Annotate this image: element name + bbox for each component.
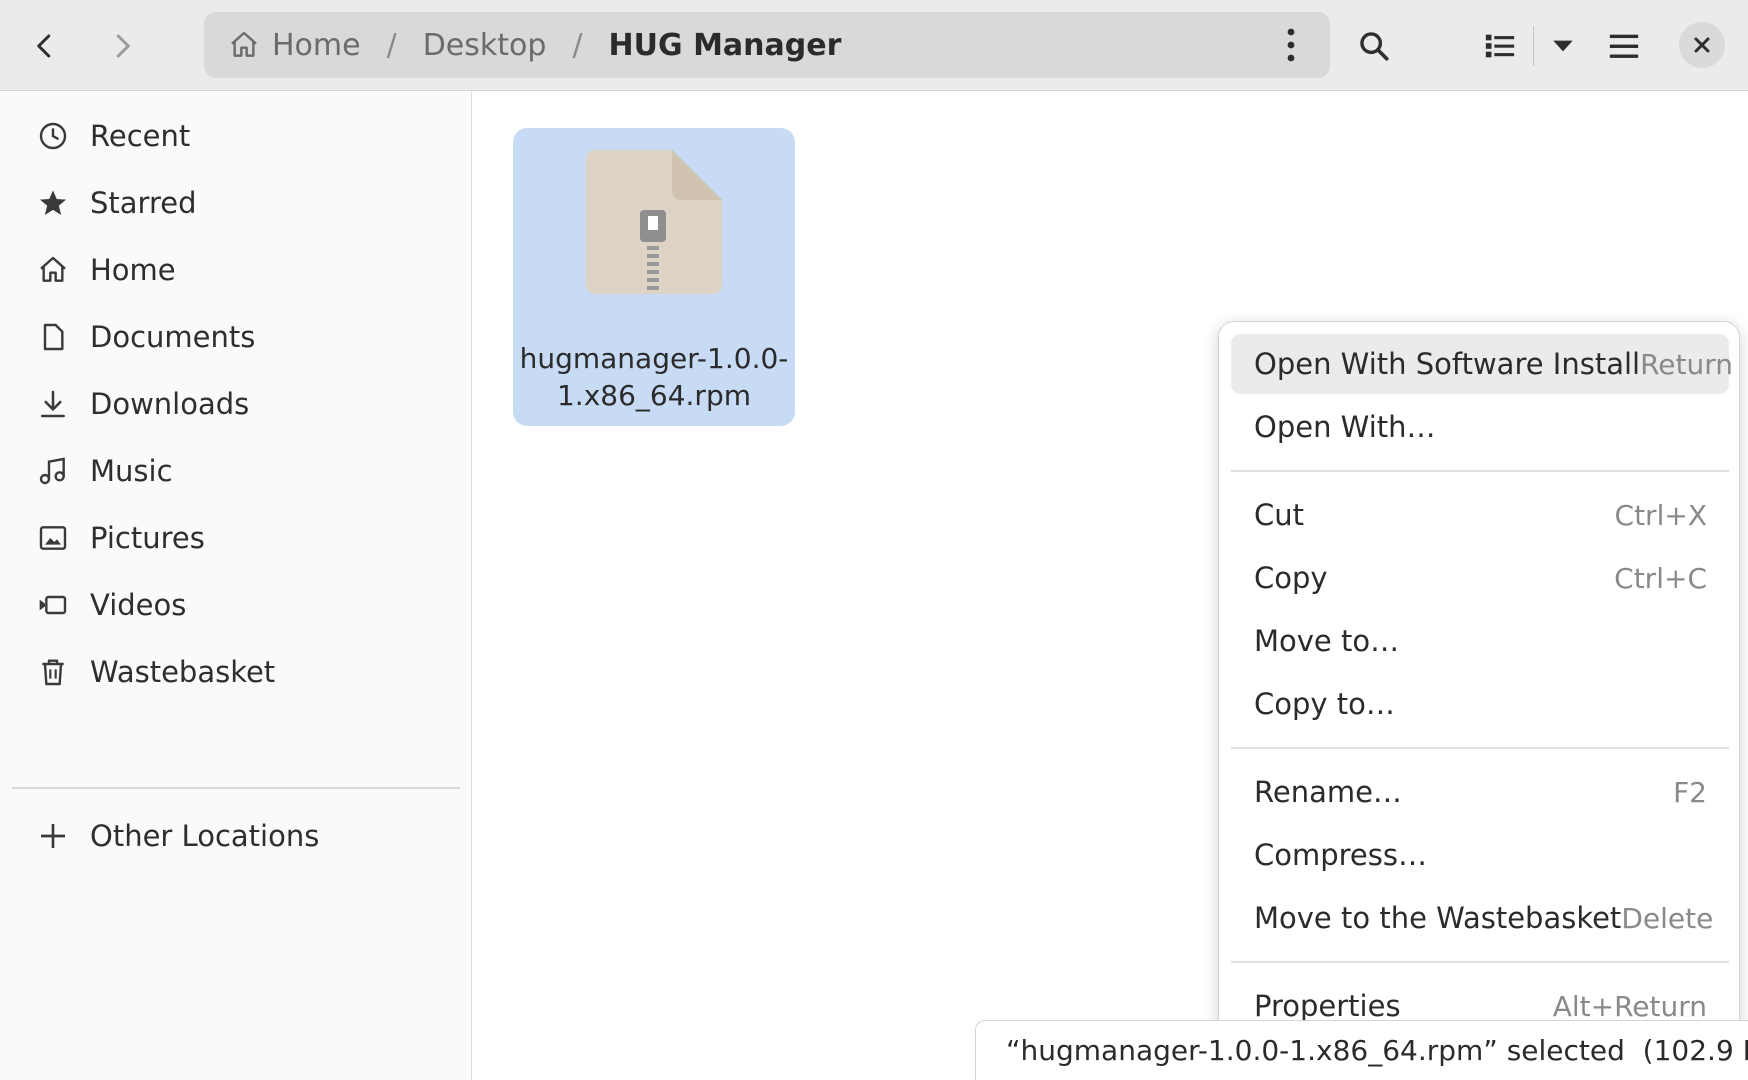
menu-item-move-to[interactable]: Move to…	[1231, 611, 1729, 671]
file-view[interactable]: hugmanager-1.0.0- 1.x86_64.rpm Open With…	[473, 92, 1748, 1080]
menu-item-cut[interactable]: Cut Ctrl+X	[1231, 485, 1729, 545]
sidebar-item-documents[interactable]: Documents	[12, 305, 460, 369]
breadcrumb-separator: /	[386, 27, 397, 63]
sidebar-item-label: Recent	[90, 119, 191, 153]
chevron-right-icon	[116, 34, 130, 58]
sidebar-item-recent[interactable]: Recent	[12, 104, 460, 168]
close-icon	[1694, 37, 1710, 53]
menu-item-compress[interactable]: Compress…	[1231, 825, 1729, 885]
menu-item-label: Move to the Wastebasket	[1254, 901, 1622, 935]
sidebar-item-home[interactable]: Home	[12, 238, 460, 302]
sidebar-item-label: Videos	[90, 588, 187, 622]
video-icon	[36, 588, 70, 622]
menu-item-open-with-software-install[interactable]: Open With Software Install Return	[1231, 334, 1733, 394]
sidebar-item-pictures[interactable]: Pictures	[12, 506, 460, 570]
menu-item-label: Copy to…	[1254, 687, 1395, 721]
sidebar-divider	[12, 787, 460, 789]
path-options-button[interactable]	[1266, 20, 1316, 70]
breadcrumb-home[interactable]: Home	[228, 12, 361, 78]
sidebar-item-label: Other Locations	[90, 819, 320, 853]
sidebar-item-other-locations[interactable]: Other Locations	[12, 804, 460, 868]
download-icon	[36, 387, 70, 421]
search-icon	[1360, 32, 1389, 61]
sidebar-item-label: Downloads	[90, 387, 250, 421]
file-item[interactable]: hugmanager-1.0.0- 1.x86_64.rpm	[513, 128, 795, 426]
chevron-left-icon	[37, 34, 51, 58]
breadcrumb: Home / Desktop / HUG Manager	[204, 12, 1330, 78]
file-name-line: 1.x86_64.rpm	[556, 379, 751, 412]
menu-item-label: Move to…	[1254, 624, 1400, 658]
breadcrumb-label: HUG Manager	[608, 27, 842, 63]
archive-file-icon	[586, 150, 722, 294]
menu-item-shortcut: Ctrl+X	[1614, 498, 1707, 532]
list-view-icon	[1485, 34, 1515, 58]
forward-button[interactable]	[90, 14, 154, 78]
menu-item-label: Compress…	[1254, 838, 1427, 872]
menu-item-copy[interactable]: Copy Ctrl+C	[1231, 548, 1729, 608]
breadcrumb-label: Desktop	[422, 27, 547, 63]
chevron-down-icon	[1553, 40, 1573, 52]
back-button[interactable]	[13, 14, 77, 78]
home-icon	[231, 31, 257, 57]
menu-item-copy-to[interactable]: Copy to…	[1231, 674, 1729, 734]
menu-item-shortcut: F2	[1673, 775, 1707, 809]
sidebar-item-downloads[interactable]: Downloads	[12, 372, 460, 436]
sidebar-item-wastebasket[interactable]: Wastebasket	[12, 640, 460, 704]
sidebar-item-label: Documents	[90, 320, 256, 354]
menu-item-label: Copy	[1254, 561, 1328, 595]
sidebar-item-videos[interactable]: Videos	[12, 573, 460, 637]
hamburger-menu-icon	[1609, 34, 1639, 58]
trash-icon	[36, 655, 70, 689]
menu-item-move-to-wastebasket[interactable]: Move to the Wastebasket Delete	[1231, 888, 1729, 948]
menu-item-label: Rename…	[1254, 775, 1402, 809]
context-menu: Open With Software Install Return Open W…	[1218, 321, 1740, 1051]
sidebar-item-label: Pictures	[90, 521, 205, 555]
menu-separator	[1231, 747, 1729, 749]
sidebar-item-starred[interactable]: Starred	[12, 171, 460, 235]
menu-separator	[1231, 470, 1729, 472]
menu-item-shortcut: Ctrl+C	[1614, 561, 1707, 595]
breadcrumb-current-folder[interactable]: HUG Manager	[609, 12, 842, 78]
view-options-dropdown[interactable]	[1537, 14, 1589, 78]
music-icon	[36, 454, 70, 488]
file-name: hugmanager-1.0.0- 1.x86_64.rpm	[513, 340, 795, 414]
menu-item-label: Cut	[1254, 498, 1304, 532]
sidebar-item-label: Wastebasket	[90, 655, 276, 689]
status-text: “hugmanager-1.0.0-1.x86_64.rpm” selected…	[1006, 1034, 1748, 1067]
main-menu-button[interactable]	[1592, 14, 1656, 78]
menu-item-shortcut: Return	[1640, 347, 1734, 381]
sidebar-item-label: Starred	[90, 186, 197, 220]
menu-separator	[1231, 961, 1729, 963]
breadcrumb-desktop[interactable]: Desktop	[423, 12, 547, 78]
menu-item-label: Properties	[1254, 989, 1401, 1023]
menu-item-rename[interactable]: Rename… F2	[1231, 762, 1729, 822]
menu-item-label: Open With…	[1254, 410, 1436, 444]
document-icon	[36, 320, 70, 354]
search-button[interactable]	[1342, 14, 1406, 78]
breadcrumb-separator: /	[572, 27, 583, 63]
menu-item-shortcut: Delete	[1621, 901, 1714, 935]
menu-item-label: Open With Software Install	[1254, 347, 1641, 381]
star-icon	[36, 186, 70, 220]
file-name-line: hugmanager-1.0.0-	[519, 342, 789, 375]
home-icon	[36, 253, 70, 287]
header-bar: Home / Desktop / HUG Manager	[0, 0, 1748, 91]
close-window-button[interactable]	[1679, 22, 1725, 68]
menu-item-shortcut: Alt+Return	[1552, 989, 1707, 1023]
view-divider	[1533, 26, 1534, 66]
sidebar-item-music[interactable]: Music	[12, 439, 460, 503]
picture-icon	[36, 521, 70, 555]
menu-item-open-with[interactable]: Open With…	[1231, 397, 1729, 457]
sidebar: Recent Starred Home Documents Downloads …	[0, 92, 472, 1080]
sidebar-item-label: Music	[90, 454, 173, 488]
clock-icon	[36, 119, 70, 153]
sidebar-item-label: Home	[90, 253, 176, 287]
breadcrumb-label: Home	[272, 27, 361, 63]
more-vertical-icon	[1287, 28, 1295, 62]
selection-status-bar: “hugmanager-1.0.0-1.x86_64.rpm” selected…	[975, 1020, 1748, 1080]
plus-icon	[36, 819, 70, 853]
list-view-button[interactable]	[1468, 14, 1532, 78]
